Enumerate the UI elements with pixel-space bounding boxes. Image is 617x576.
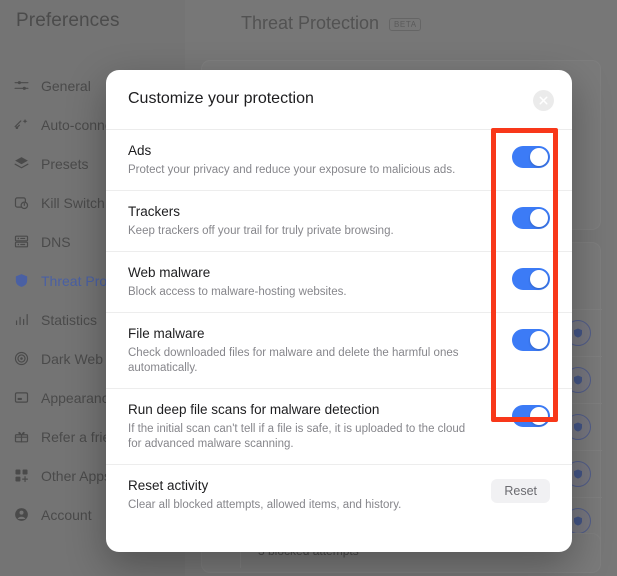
customize-protection-dialog: Customize your protection Ads Protect you… (106, 70, 572, 552)
close-button[interactable] (533, 90, 554, 111)
setting-row: Trackers Keep trackers off your trail for… (106, 191, 572, 252)
toggle-knob (530, 209, 548, 227)
toggle-knob (530, 331, 548, 349)
toggle-knob (530, 270, 548, 288)
setting-title: Run deep file scans for malware detectio… (128, 402, 380, 417)
reset-activity-description: Clear all blocked attempts, allowed item… (128, 499, 402, 511)
toggle-knob (530, 148, 548, 166)
dialog-header: Customize your protection (106, 70, 572, 130)
setting-description: Protect your privacy and reduce your exp… (128, 164, 456, 176)
reset-button[interactable]: Reset (491, 479, 550, 503)
app-window: Preferences General Auto-conne Presets Kill… (0, 0, 617, 576)
reset-activity-row: Reset activity Clear all blocked attempt… (106, 465, 572, 525)
toggle-switch[interactable] (512, 207, 550, 229)
toggle-switch[interactable] (512, 329, 550, 351)
setting-description: Check downloaded files for malware and d… (128, 347, 459, 374)
toggle-knob (530, 407, 548, 425)
setting-description: If the initial scan can't tell if a file… (128, 423, 466, 450)
setting-row: Web malware Block access to malware-hosti… (106, 252, 572, 313)
setting-title: Ads (128, 143, 152, 158)
protection-settings-list: Ads Protect your privacy and reduce your … (106, 130, 572, 465)
toggle-switch[interactable] (512, 405, 550, 427)
close-icon (539, 96, 548, 105)
toggle-switch[interactable] (512, 146, 550, 168)
setting-description: Block access to malware-hosting websites… (128, 286, 347, 298)
setting-row: Ads Protect your privacy and reduce your … (106, 130, 572, 191)
dialog-title: Customize your protection (128, 90, 314, 107)
setting-title: Trackers (128, 204, 181, 219)
reset-activity-title: Reset activity (128, 478, 209, 493)
setting-row: Run deep file scans for malware detectio… (106, 389, 572, 465)
setting-description: Keep trackers off your trail for truly p… (128, 225, 394, 237)
setting-title: Web malware (128, 265, 211, 280)
toggle-switch[interactable] (512, 268, 550, 290)
setting-row: File malware Check downloaded files for m… (106, 313, 572, 389)
setting-title: File malware (128, 326, 205, 341)
